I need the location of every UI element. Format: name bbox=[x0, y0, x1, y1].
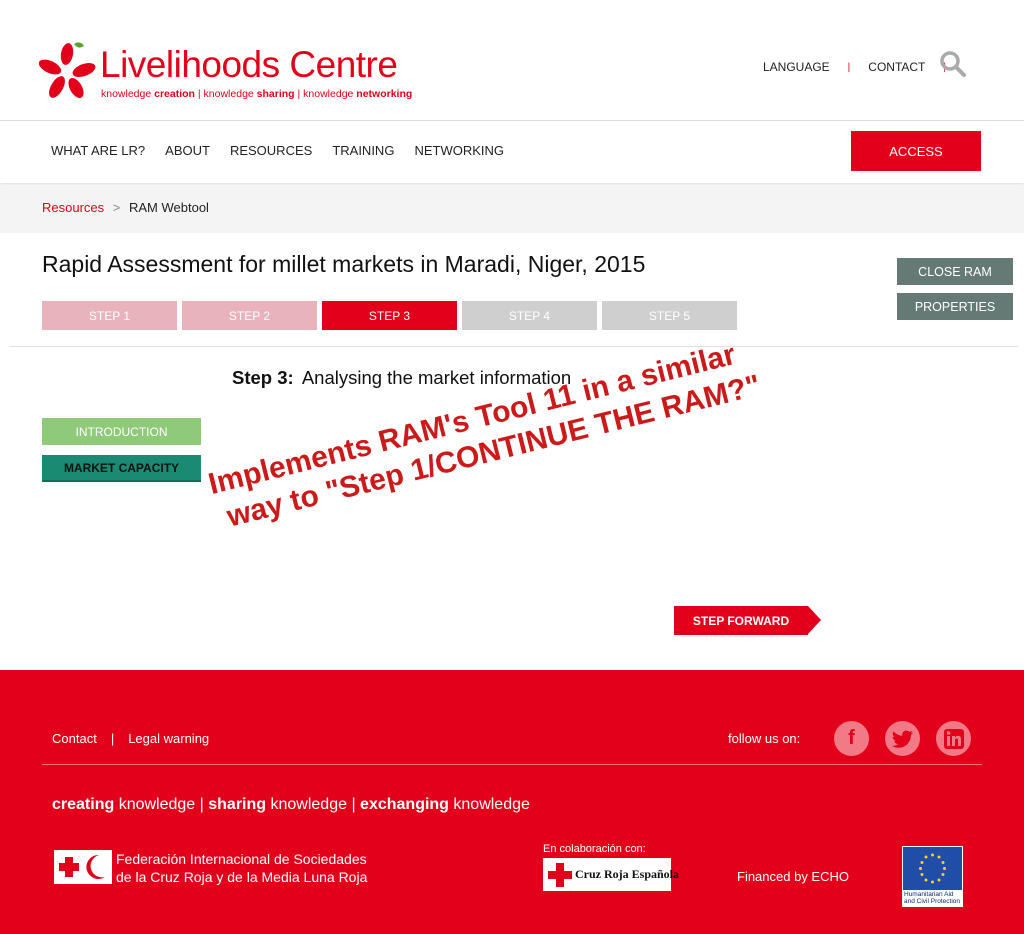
site-header: Livelihoods Centre knowledge creation | … bbox=[0, 0, 1024, 121]
properties-button[interactable]: PROPERTIES bbox=[897, 293, 1013, 320]
echo-logo[interactable]: Humanitarian Aid and Civil Protection bbox=[902, 846, 963, 907]
footer-contact-link[interactable]: Contact bbox=[52, 731, 97, 746]
step-tabs: STEP 1 STEP 2 STEP 3 STEP 4 STEP 5 bbox=[42, 301, 742, 330]
site-footer: Contact | Legal warning follow us on: f … bbox=[0, 670, 1024, 934]
financed-by-label: Financed by ECHO bbox=[737, 869, 849, 884]
step-heading-number: Step 3: bbox=[232, 367, 294, 388]
introduction-button[interactable]: INTRODUCTION bbox=[42, 418, 201, 445]
footer-motto: creating knowledge | sharing knowledge |… bbox=[52, 796, 530, 813]
step-heading: Step 3: Analysing the market information bbox=[232, 367, 571, 389]
footer-divider: | bbox=[110, 731, 115, 746]
step-3-tab[interactable]: STEP 3 bbox=[322, 301, 457, 330]
language-link[interactable]: LANGUAGE bbox=[763, 60, 830, 74]
linkedin-icon[interactable] bbox=[936, 721, 971, 756]
nav-about[interactable]: ABOUT bbox=[165, 143, 210, 158]
breadcrumb-current: RAM Webtool bbox=[128, 200, 209, 215]
step-2-tab[interactable]: STEP 2 bbox=[182, 301, 317, 330]
content-divider bbox=[10, 346, 1018, 347]
footer-links: Contact | Legal warning bbox=[52, 731, 209, 746]
access-button[interactable]: ACCESS bbox=[851, 131, 981, 171]
logo-title: Livelihoods Centre bbox=[100, 44, 398, 85]
step-5-tab[interactable]: STEP 5 bbox=[602, 301, 737, 330]
nav-what-are-lr[interactable]: WHAT ARE LR? bbox=[51, 143, 145, 158]
step-heading-text: Analysing the market information bbox=[301, 367, 572, 388]
ifrc-logo-block[interactable]: Federación Internacional de Sociedades d… bbox=[54, 850, 412, 886]
cruz-roja-logo[interactable]: Cruz Roja Española bbox=[543, 858, 679, 891]
step-forward-label: STEP FORWARD bbox=[674, 606, 808, 635]
legal-warning-link[interactable]: Legal warning bbox=[128, 731, 209, 746]
nav-training[interactable]: TRAINING bbox=[332, 143, 394, 158]
livelihoods-logo[interactable]: Livelihoods Centre knowledge creation | … bbox=[36, 40, 412, 104]
contact-link[interactable]: CONTACT bbox=[868, 60, 925, 74]
nav-networking[interactable]: NETWORKING bbox=[414, 143, 504, 158]
step-4-tab[interactable]: STEP 4 bbox=[462, 301, 597, 330]
arrow-right-icon bbox=[808, 606, 821, 634]
breadcrumb-resources[interactable]: Resources bbox=[42, 200, 104, 215]
flower-logo-icon bbox=[38, 42, 96, 98]
footer-divider-line bbox=[42, 764, 982, 765]
red-cross-crescent-icon bbox=[54, 850, 112, 884]
step-forward-button[interactable]: STEP FORWARD bbox=[674, 606, 822, 635]
cruz-roja-name: Cruz Roja Española bbox=[575, 867, 680, 881]
collaboration-label: En colaboración con: bbox=[543, 843, 646, 855]
eu-flag-icon bbox=[903, 847, 962, 890]
logo-tagline: knowledge creation | knowledge sharing |… bbox=[101, 88, 413, 100]
facebook-icon[interactable]: f bbox=[834, 721, 869, 756]
echo-caption: Humanitarian Aid and Civil Protection bbox=[904, 891, 960, 905]
market-capacity-button[interactable]: MARKET CAPACITY bbox=[42, 455, 201, 482]
red-cross-icon bbox=[548, 863, 572, 887]
ifrc-name: Federación Internacional de Sociedades d… bbox=[116, 851, 368, 885]
close-ram-button[interactable]: CLOSE RAM bbox=[897, 258, 1013, 285]
follow-label: follow us on: bbox=[728, 731, 801, 746]
breadcrumb-separator: > bbox=[112, 200, 121, 215]
top-divider: | bbox=[847, 61, 851, 73]
nav-resources[interactable]: RESOURCES bbox=[230, 143, 312, 158]
breadcrumb-bar: Resources > RAM Webtool bbox=[0, 185, 1024, 233]
breadcrumb: Resources > RAM Webtool bbox=[42, 200, 209, 215]
annotation-overlay: Implements RAM's Tool 11 in a similar wa… bbox=[205, 333, 764, 538]
twitter-icon[interactable] bbox=[885, 721, 920, 756]
search-icon[interactable] bbox=[939, 50, 967, 78]
step-1-tab[interactable]: STEP 1 bbox=[42, 301, 177, 330]
top-links: LANGUAGE | CONTACT | bbox=[763, 60, 964, 74]
main-nav: WHAT ARE LR? ABOUT RESOURCES TRAINING NE… bbox=[0, 121, 1024, 183]
page-title: Rapid Assessment for millet markets in M… bbox=[42, 251, 646, 277]
